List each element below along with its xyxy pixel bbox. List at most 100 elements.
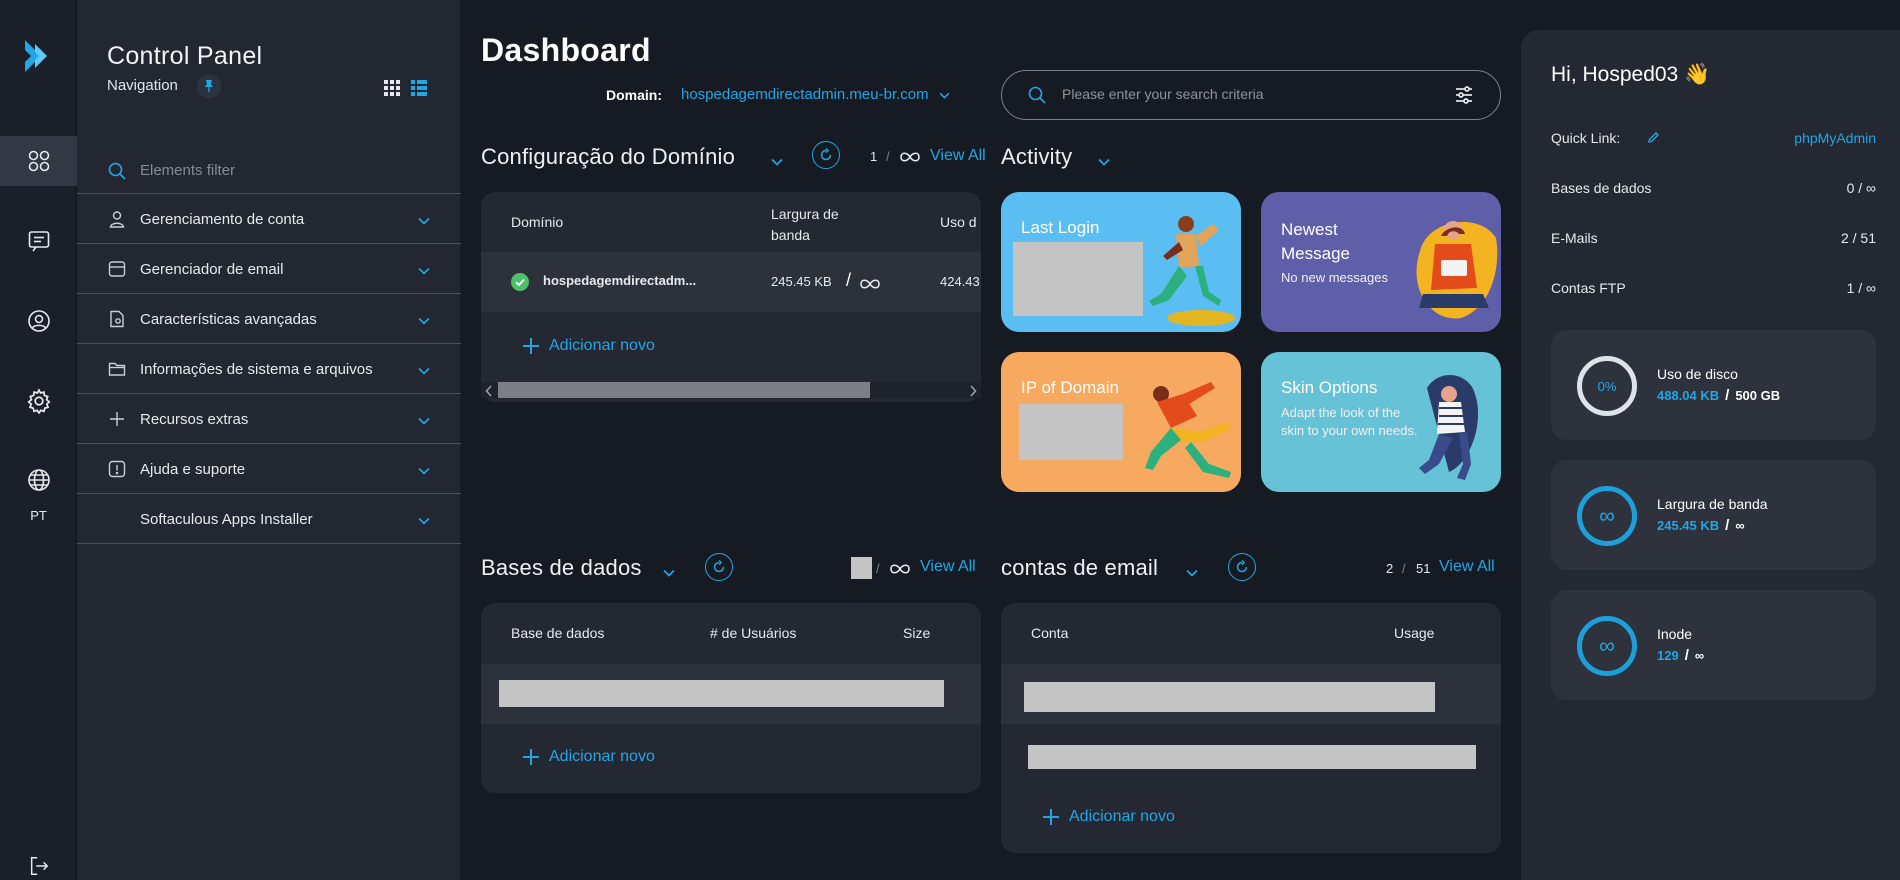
greeting: Hi, Hosped03 👋 [1551,63,1711,86]
table-row[interactable] [481,664,981,724]
chevron-down-icon[interactable] [663,564,675,581]
pencil-icon[interactable] [1647,131,1660,147]
stat-value: 2 / 51 [1840,230,1876,246]
stat-card-value: 488.04 KB / 500 GB [1657,387,1780,404]
advanced-icon [108,310,126,328]
chevron-down-icon [418,312,430,329]
email-count: 2 [1386,561,1394,576]
check-circle-icon [511,273,529,295]
elements-filter [77,148,461,194]
chat-icon[interactable] [0,216,77,266]
nav-title: Control Panel [107,42,263,70]
domain-view-all-link[interactable]: View All [930,147,986,165]
count-separator: / [1402,561,1406,576]
usage-ring: ∞ [1577,616,1637,676]
domain-selector[interactable]: hospedagemdirectadmin.meu-br.com [681,86,950,103]
usage-ring: 0% [1577,356,1637,416]
chevron-down-icon [418,262,430,279]
chevron-right-icon[interactable] [969,384,977,401]
search-input[interactable] [1062,86,1442,102]
column-header: Conta [1031,625,1069,641]
email-accounts-title: contas de email [1001,555,1159,580]
person-illustration [1416,221,1498,319]
logout-icon[interactable] [0,852,77,880]
globe-icon[interactable] [0,455,77,505]
elements-filter-input[interactable] [140,162,420,179]
nav-item-email-manager[interactable]: Gerenciador de email [77,244,461,294]
stat-card-value: 245.45 KB / ∞ [1657,517,1745,534]
nav-item-softaculous[interactable]: Softaculous Apps Installer [77,494,461,544]
value-separator: / [1684,647,1689,664]
table-row[interactable] [1001,724,1501,784]
email-total: 51 [1416,561,1431,576]
chevron-down-icon [418,362,430,379]
databases-table-card: Base de dados # de Usuários Size Adicion… [481,603,981,793]
email-add-new-button[interactable]: Adicionar novo [1043,808,1175,826]
nav-item-help-support[interactable]: Ajuda e suporte [77,444,461,494]
quick-link-value[interactable]: phpMyAdmin [1794,130,1876,146]
databases-add-new-button[interactable]: Adicionar novo [523,748,655,766]
databases-view-all-link[interactable]: View All [920,558,976,576]
used-value: 488.04 KB [1657,388,1720,403]
nav-item-advanced-features[interactable]: Características avançadas [77,294,461,344]
limit-value: 500 GB [1735,388,1781,403]
refresh-icon[interactable] [1228,553,1256,581]
chevron-down-icon[interactable] [771,153,783,170]
list-view-icon[interactable] [411,80,427,100]
horizontal-scrollbar[interactable] [481,382,981,398]
search-box [1001,70,1501,120]
domain-name: hospedagemdirectadm... [543,273,697,288]
brand-logo-icon[interactable] [0,28,77,84]
table-row[interactable] [1001,664,1501,724]
add-new-label: Adicionar novo [549,337,655,354]
chevron-down-icon[interactable] [1186,564,1198,581]
domain-value: hospedagemdirectadmin.meu-br.com [681,86,929,103]
stat-value: 1 / ∞ [1846,280,1876,296]
disk-usage-card: 0% Uso de disco 488.04 KB / 500 GB [1551,330,1876,440]
domain-table-card: Domínio Largura de banda Uso d hospedage… [481,192,981,402]
nav-item-account-management[interactable]: Gerenciamento de conta [77,194,461,244]
value-separator: / [1725,387,1730,404]
nav-subtitle: Navigation [107,77,178,94]
tile-text: No new messages [1281,270,1388,285]
navigation-panel: Control Panel Navigation Gerenciamento d… [77,0,461,880]
email-view-all-link[interactable]: View All [1439,558,1495,576]
settings-icon[interactable] [0,376,77,426]
column-header: Usage [1394,625,1435,641]
language-label[interactable]: PT [0,508,77,523]
domain-section-title: Configuração do Domínio [481,144,736,169]
skin-options-tile[interactable]: Skin Options Adapt the look of the skin … [1261,352,1501,492]
ip-of-domain-tile[interactable]: IP of Domain [1001,352,1241,492]
activity-title: Activity [1001,144,1073,169]
stat-label: Bases de dados [1551,180,1652,196]
count-separator: / [876,561,880,576]
chevron-left-icon[interactable] [485,384,493,401]
stat-label: E-Mails [1551,230,1598,246]
person-illustration [1419,375,1479,480]
inode-card: ∞ Inode 129 / ∞ [1551,590,1876,700]
last-login-tile[interactable]: Last Login [1001,192,1241,332]
scrollbar-thumb[interactable] [498,382,870,398]
chevron-down-icon[interactable] [1098,153,1110,170]
nav-item-system-info[interactable]: Informações de sistema e arquivos [77,344,461,394]
column-header: Size [903,625,931,641]
quick-link-row: Quick Link: phpMyAdmin [1551,130,1876,146]
chevron-down-icon [418,212,430,229]
person-illustration [1149,216,1235,326]
ring-infinity: ∞ [1599,633,1615,658]
newest-message-tile[interactable]: Newest Message No new messages [1261,192,1501,332]
filter-settings-icon[interactable] [1454,85,1474,109]
table-row[interactable]: hospedagemdirectadm... 245.45 KB / 424.4… [481,252,981,312]
help-icon [108,460,126,478]
account-icon[interactable] [0,296,77,346]
dashboard-icon[interactable] [0,136,77,186]
refresh-icon[interactable] [705,553,733,581]
nav-item-extra-resources[interactable]: Recursos extras [77,394,461,444]
domain-add-new-button[interactable]: Adicionar novo [523,337,655,355]
count-separator: / [886,149,890,164]
grid-view-icon[interactable] [384,80,400,100]
disk-usage: 424.43 [940,274,980,289]
pin-icon[interactable] [197,74,221,98]
plus-icon [523,338,539,354]
refresh-icon[interactable] [812,141,840,169]
